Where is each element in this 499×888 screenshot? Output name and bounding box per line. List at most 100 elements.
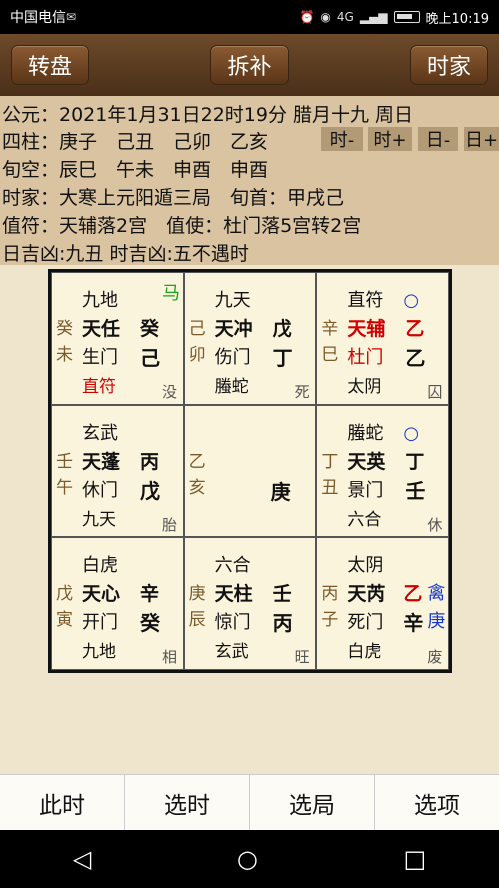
deity-label: 玄武 <box>82 422 118 444</box>
shijia-button[interactable]: 时家 <box>409 45 488 85</box>
day-plus-button[interactable]: 日+ <box>464 127 499 151</box>
door-label: 死门 <box>347 612 384 634</box>
home-icon[interactable]: ○ <box>237 845 258 873</box>
side-stem: 庚 <box>188 584 206 605</box>
star-stem: 癸 <box>140 318 160 340</box>
door-label: 杜门 <box>347 347 384 368</box>
side-stem: 壬 <box>56 451 73 472</box>
star-stem: 壬 <box>272 583 292 606</box>
palace-cell[interactable]: 丁 丑 螣蛇 ○ 天英 丁 景门 壬 六合 休 <box>316 404 449 538</box>
door-stem: 丙 <box>272 611 293 636</box>
door-stem: 己 <box>140 346 160 370</box>
star-stem: 戊 <box>272 318 292 340</box>
star-stem: 乙 <box>403 583 423 606</box>
deity-label: 直符 <box>347 290 384 311</box>
hour-plus-button[interactable]: 时+ <box>368 127 412 151</box>
battery-icon <box>393 11 420 23</box>
side-branch: 辰 <box>188 610 206 631</box>
door-label: 生门 <box>82 347 118 368</box>
palace-cell[interactable]: 丙 子 太阴 天芮 乙 禽 死门 辛 庚 白虎 废 <box>316 537 449 670</box>
palace-cell[interactable]: 辛 巳 直符 ○ 天辅 乙 杜门 乙 太阴 囚 <box>316 272 449 405</box>
select-ju-button[interactable]: 选局 <box>250 775 375 830</box>
state-label: 没 <box>162 383 178 401</box>
wechat-icon: ✉ <box>66 10 77 24</box>
info-line-jixiong: 日吉凶:九丑 时吉凶:五不遇时 <box>2 243 249 265</box>
status-bar: 中国电信 ✉ ⏰ ◉ 4G ▂▄▆ 晚上10:19 <box>0 0 499 34</box>
star-label: 天心 <box>82 583 121 606</box>
star-label: 天芮 <box>347 583 386 606</box>
palace-cell[interactable]: 癸 未 九地 马 天任 癸 生门 己 直符 没 <box>51 272 184 405</box>
now-button[interactable]: 此时 <box>0 775 125 830</box>
side-branch: 子 <box>321 610 339 631</box>
zhifu-label: 直符 <box>82 377 116 397</box>
network-type: 4G <box>336 10 354 24</box>
star-stem: 乙 <box>405 318 425 340</box>
extra-deity-label: 九天 <box>82 509 116 530</box>
extra-deity-label: 六合 <box>347 509 382 530</box>
door-label: 开门 <box>82 612 118 634</box>
chaibu-button[interactable]: 拆补 <box>210 45 289 85</box>
back-icon[interactable]: ◁ <box>73 845 91 873</box>
door-stem: 丁 <box>272 346 293 370</box>
options-button[interactable]: 选项 <box>375 775 499 830</box>
recent-apps-icon[interactable]: □ <box>403 845 426 873</box>
door-stem: 戊 <box>140 478 160 503</box>
top-toolbar: 转盘 拆补 时家 <box>0 34 499 96</box>
side-branch: 巳 <box>321 345 339 365</box>
state-label: 胎 <box>162 515 178 534</box>
info-line-zhifu: 值符：天辅落2宫 值使：杜门落5宫转2宫 <box>2 215 362 237</box>
side-stem: 己 <box>188 319 206 339</box>
qin-label: 禽 <box>427 583 446 605</box>
extra-deity-label: 九地 <box>82 642 116 663</box>
side-branch: 卯 <box>188 345 206 365</box>
circle-marker-icon: ○ <box>403 290 420 311</box>
status-right: ⏰ ◉ 4G ▂▄▆ 晚上10:19 <box>299 8 489 27</box>
side-branch: 寅 <box>56 610 73 631</box>
extra-deity-label: 玄武 <box>214 642 249 663</box>
turntable-button[interactable]: 转盘 <box>11 45 90 85</box>
door-label: 伤门 <box>214 347 251 368</box>
side-branch: 午 <box>56 477 73 498</box>
door-label: 休门 <box>82 479 118 501</box>
star-label: 天任 <box>82 318 121 340</box>
side-branch: 未 <box>56 345 73 365</box>
star-label: 天蓬 <box>82 450 121 473</box>
center-palace-cell[interactable]: 乙 亥 庚 <box>183 404 317 538</box>
side-stem: 乙 <box>188 451 206 472</box>
side-branch: 丑 <box>321 477 339 498</box>
palace-cell[interactable]: 壬 午 玄武 天蓬 丙 休门 戊 九天 胎 <box>51 404 184 538</box>
palace-cell[interactable]: 戊 寅 白虎 天心 辛 开门 癸 九地 相 <box>51 537 184 670</box>
door-stem: 辛 <box>403 611 424 636</box>
star-stem: 丁 <box>405 450 425 473</box>
info-line-shijia: 时家：大寒上元阳遁三局 旬首：甲戌己 <box>2 187 345 209</box>
qimen-board: 癸 未 九地 马 天任 癸 生门 己 直符 没 己 卯 九天 天冲 戊 伤门 丁… <box>48 269 452 673</box>
door-label: 景门 <box>347 479 384 501</box>
side-branch: 亥 <box>188 477 206 498</box>
side-stem: 丁 <box>321 451 339 472</box>
door-label: 惊门 <box>214 612 251 634</box>
eye-icon: ◉ <box>320 10 331 24</box>
deity-label: 太阴 <box>347 555 384 577</box>
system-nav-bar: ◁ ○ □ <box>0 830 499 888</box>
side-stem: 戊 <box>56 584 73 605</box>
star-stem: 辛 <box>140 583 160 606</box>
palace-cell[interactable]: 庚 辰 六合 天柱 壬 惊门 丙 玄武 旺 <box>183 537 317 670</box>
alarm-icon: ⏰ <box>299 10 315 24</box>
star-stem: 丙 <box>140 450 160 473</box>
state-label: 废 <box>427 648 443 667</box>
state-label: 相 <box>162 648 178 667</box>
side-stem: 丙 <box>321 584 339 605</box>
status-time: 晚上10:19 <box>425 11 489 27</box>
info-line-pillars: 四柱：庚子 己丑 己卯 乙亥 <box>2 131 269 153</box>
signal-icon: ▂▄▆ <box>359 10 388 24</box>
deity-label: 螣蛇 <box>347 422 384 444</box>
day-minus-button[interactable]: 日- <box>418 127 458 151</box>
select-time-button[interactable]: 选时 <box>125 775 250 830</box>
extra-deity-label: 螣蛇 <box>214 377 249 397</box>
door-stem: 癸 <box>140 611 160 636</box>
palace-cell[interactable]: 己 卯 九天 天冲 戊 伤门 丁 螣蛇 死 <box>183 272 317 405</box>
qin-stem: 庚 <box>427 611 446 633</box>
hour-minus-button[interactable]: 时- <box>321 127 363 151</box>
side-stem: 辛 <box>321 319 339 339</box>
state-label: 囚 <box>427 383 443 401</box>
